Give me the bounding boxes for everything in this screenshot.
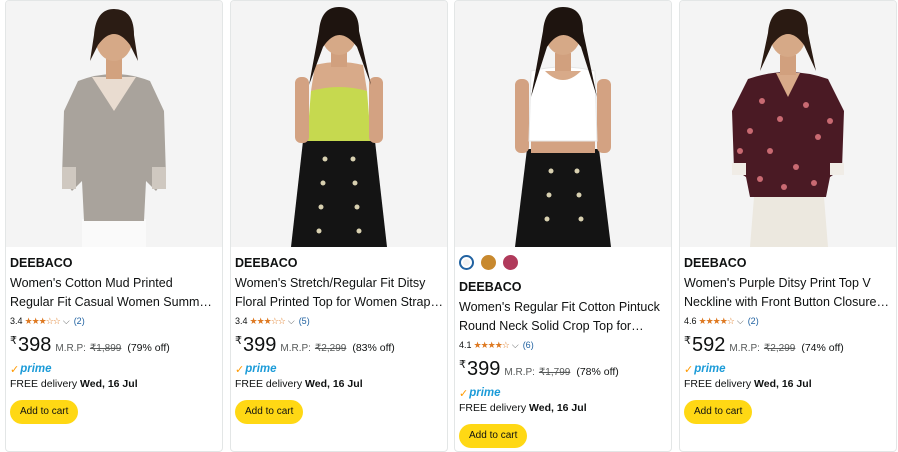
chevron-down-icon[interactable]: ⌵ (737, 316, 744, 327)
rating-row[interactable]: 4.1 ★★★★☆ ⌵ (6) (459, 338, 667, 352)
product-image[interactable] (231, 1, 447, 247)
product-title[interactable]: Women's Purple Ditsy Print Top V Necklin… (684, 274, 892, 312)
prime-label: prime (694, 363, 726, 375)
rating-row[interactable]: 3.4 ★★★☆☆ ⌵ (2) (10, 314, 218, 328)
mrp-label: M.R.P: (504, 367, 535, 378)
price[interactable]: 592 (692, 334, 725, 357)
price-row: ₹ 398 M.R.P: ₹1,899 (79% off) (10, 334, 218, 360)
product-brand: DEEBACO (459, 280, 522, 294)
prime-badge: ✓ prime (10, 362, 218, 376)
prime-badge: ✓ prime (459, 386, 667, 400)
review-count-link[interactable]: (2) (74, 316, 85, 326)
model-white-crop-top-image (455, 1, 671, 247)
product-title[interactable]: Women's Regular Fit Cotton Pintuck Round… (459, 298, 667, 336)
delivery-date: Wed, 16 Jul (80, 378, 138, 390)
review-count-link[interactable]: (5) (299, 316, 310, 326)
review-count-link[interactable]: (6) (523, 340, 534, 350)
mrp-label: M.R.P: (55, 343, 86, 354)
product-card[interactable]: DEEBACO Women's Stretch/Regular Fit Dits… (230, 0, 448, 452)
product-card[interactable]: DEEBACO Women's Cotton Mud Printed Regul… (5, 0, 223, 452)
delivery-info: FREE delivery Wed, 16 Jul (10, 378, 218, 393)
prime-check-icon: ✓ (459, 387, 469, 400)
price[interactable]: 398 (18, 334, 51, 357)
prime-badge: ✓ prime (235, 362, 443, 376)
price-row: ₹ 399 M.R.P: ₹2,299 (83% off) (235, 334, 443, 360)
mrp-value: ₹1,799 (538, 367, 571, 378)
product-title[interactable]: Women's Cotton Mud Printed Regular Fit C… (10, 274, 218, 312)
review-count-link[interactable]: (2) (748, 316, 759, 326)
add-to-cart-button[interactable]: Add to cart (459, 424, 528, 448)
rating-value: 4.1 (459, 340, 472, 350)
price[interactable]: 399 (467, 358, 500, 381)
color-swatch-mustard[interactable] (481, 255, 496, 270)
mrp-value: ₹2,299 (314, 343, 347, 354)
prime-check-icon: ✓ (235, 363, 245, 376)
product-brand: DEEBACO (235, 256, 298, 270)
chevron-down-icon[interactable]: ⌵ (512, 340, 519, 351)
rating-value: 3.4 (10, 316, 23, 326)
delivery-prefix: FREE delivery (235, 378, 303, 390)
discount-label: (79% off) (127, 342, 170, 354)
price-row: ₹ 592 M.R.P: ₹2,299 (74% off) (684, 334, 892, 360)
delivery-date: Wed, 16 Jul (754, 378, 812, 390)
model-mud-printed-top-image (6, 1, 222, 247)
add-to-cart-button[interactable]: Add to cart (684, 400, 753, 424)
mrp-label: M.R.P: (729, 343, 760, 354)
product-card[interactable]: DEEBACO Women's Purple Ditsy Print Top V… (679, 0, 897, 452)
star-rating-icon[interactable]: ★★★☆☆ (250, 316, 286, 327)
price-row: ₹ 399 M.R.P: ₹1,799 (78% off) (459, 358, 667, 384)
product-image[interactable] (680, 1, 896, 247)
add-to-cart-button[interactable]: Add to cart (235, 400, 304, 424)
star-rating-icon[interactable]: ★★★★☆ (474, 340, 510, 351)
product-image[interactable] (455, 1, 671, 247)
delivery-date: Wed, 16 Jul (305, 378, 363, 390)
add-to-cart-button[interactable]: Add to cart (10, 400, 79, 424)
rating-value: 4.6 (684, 316, 697, 326)
product-brand: DEEBACO (10, 256, 73, 270)
discount-label: (83% off) (352, 342, 395, 354)
delivery-prefix: FREE delivery (684, 378, 752, 390)
color-swatch-white[interactable] (459, 255, 474, 270)
discount-label: (78% off) (576, 366, 619, 378)
prime-label: prime (20, 363, 52, 375)
rating-value: 3.4 (235, 316, 248, 326)
delivery-prefix: FREE delivery (10, 378, 78, 390)
currency-symbol: ₹ (459, 359, 466, 371)
mrp-value: ₹1,899 (89, 343, 122, 354)
currency-symbol: ₹ (684, 335, 691, 347)
prime-label: prime (469, 387, 501, 399)
discount-label: (74% off) (801, 342, 844, 354)
prime-check-icon: ✓ (684, 363, 694, 376)
prime-label: prime (245, 363, 277, 375)
rating-row[interactable]: 3.4 ★★★☆☆ ⌵ (5) (235, 314, 443, 328)
product-image[interactable] (6, 1, 222, 247)
delivery-info: FREE delivery Wed, 16 Jul (459, 402, 667, 417)
color-swatch-pink[interactable] (503, 255, 518, 270)
product-title[interactable]: Women's Stretch/Regular Fit Ditsy Floral… (235, 274, 443, 312)
model-purple-ditsy-top-image (680, 1, 896, 247)
currency-symbol: ₹ (235, 335, 242, 347)
chevron-down-icon[interactable]: ⌵ (288, 316, 295, 327)
prime-badge: ✓ prime (684, 362, 892, 376)
delivery-info: FREE delivery Wed, 16 Jul (235, 378, 443, 393)
price[interactable]: 399 (243, 334, 276, 357)
model-floral-strap-top-image (231, 1, 447, 247)
chevron-down-icon[interactable]: ⌵ (63, 316, 70, 327)
currency-symbol: ₹ (10, 335, 17, 347)
prime-check-icon: ✓ (10, 363, 20, 376)
rating-row[interactable]: 4.6 ★★★★☆ ⌵ (2) (684, 314, 892, 328)
star-rating-icon[interactable]: ★★★★☆ (699, 316, 735, 327)
delivery-prefix: FREE delivery (459, 402, 527, 414)
delivery-info: FREE delivery Wed, 16 Jul (684, 378, 892, 393)
product-card[interactable]: DEEBACO Women's Regular Fit Cotton Pintu… (454, 0, 672, 452)
delivery-date: Wed, 16 Jul (529, 402, 587, 414)
color-swatches (459, 255, 667, 273)
star-rating-icon[interactable]: ★★★☆☆ (25, 316, 61, 327)
mrp-label: M.R.P: (280, 343, 311, 354)
product-brand: DEEBACO (684, 256, 747, 270)
mrp-value: ₹2,299 (763, 343, 796, 354)
